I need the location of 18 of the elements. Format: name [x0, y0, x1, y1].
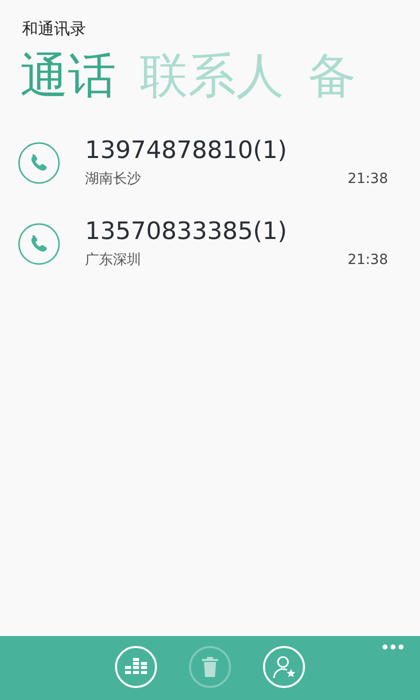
- person-star-icon: [272, 655, 296, 679]
- call-time: 21:38: [348, 170, 388, 189]
- more-icon[interactable]: [382, 644, 404, 650]
- pivot-tab[interactable]: 通话: [20, 45, 116, 107]
- app-bar-button[interactable]: [263, 646, 305, 688]
- call-time: 21:38: [348, 251, 388, 270]
- phone-number[interactable]: 13974878810(1): [85, 135, 287, 165]
- trash-icon: [202, 657, 218, 677]
- app-title: 和通讯录: [22, 18, 86, 40]
- equalizer-icon: [125, 658, 147, 676]
- phone-icon: [18, 142, 60, 184]
- pivot-tab[interactable]: 联系人: [140, 45, 284, 107]
- phone-number[interactable]: 13570833385(1): [85, 216, 287, 246]
- call-location: 湖南长沙: [85, 170, 141, 189]
- pivot-tab[interactable]: 备: [308, 45, 356, 107]
- call-location: 广东深圳: [85, 251, 141, 270]
- app-bar-button[interactable]: [115, 646, 157, 688]
- phone-icon: [18, 222, 60, 264]
